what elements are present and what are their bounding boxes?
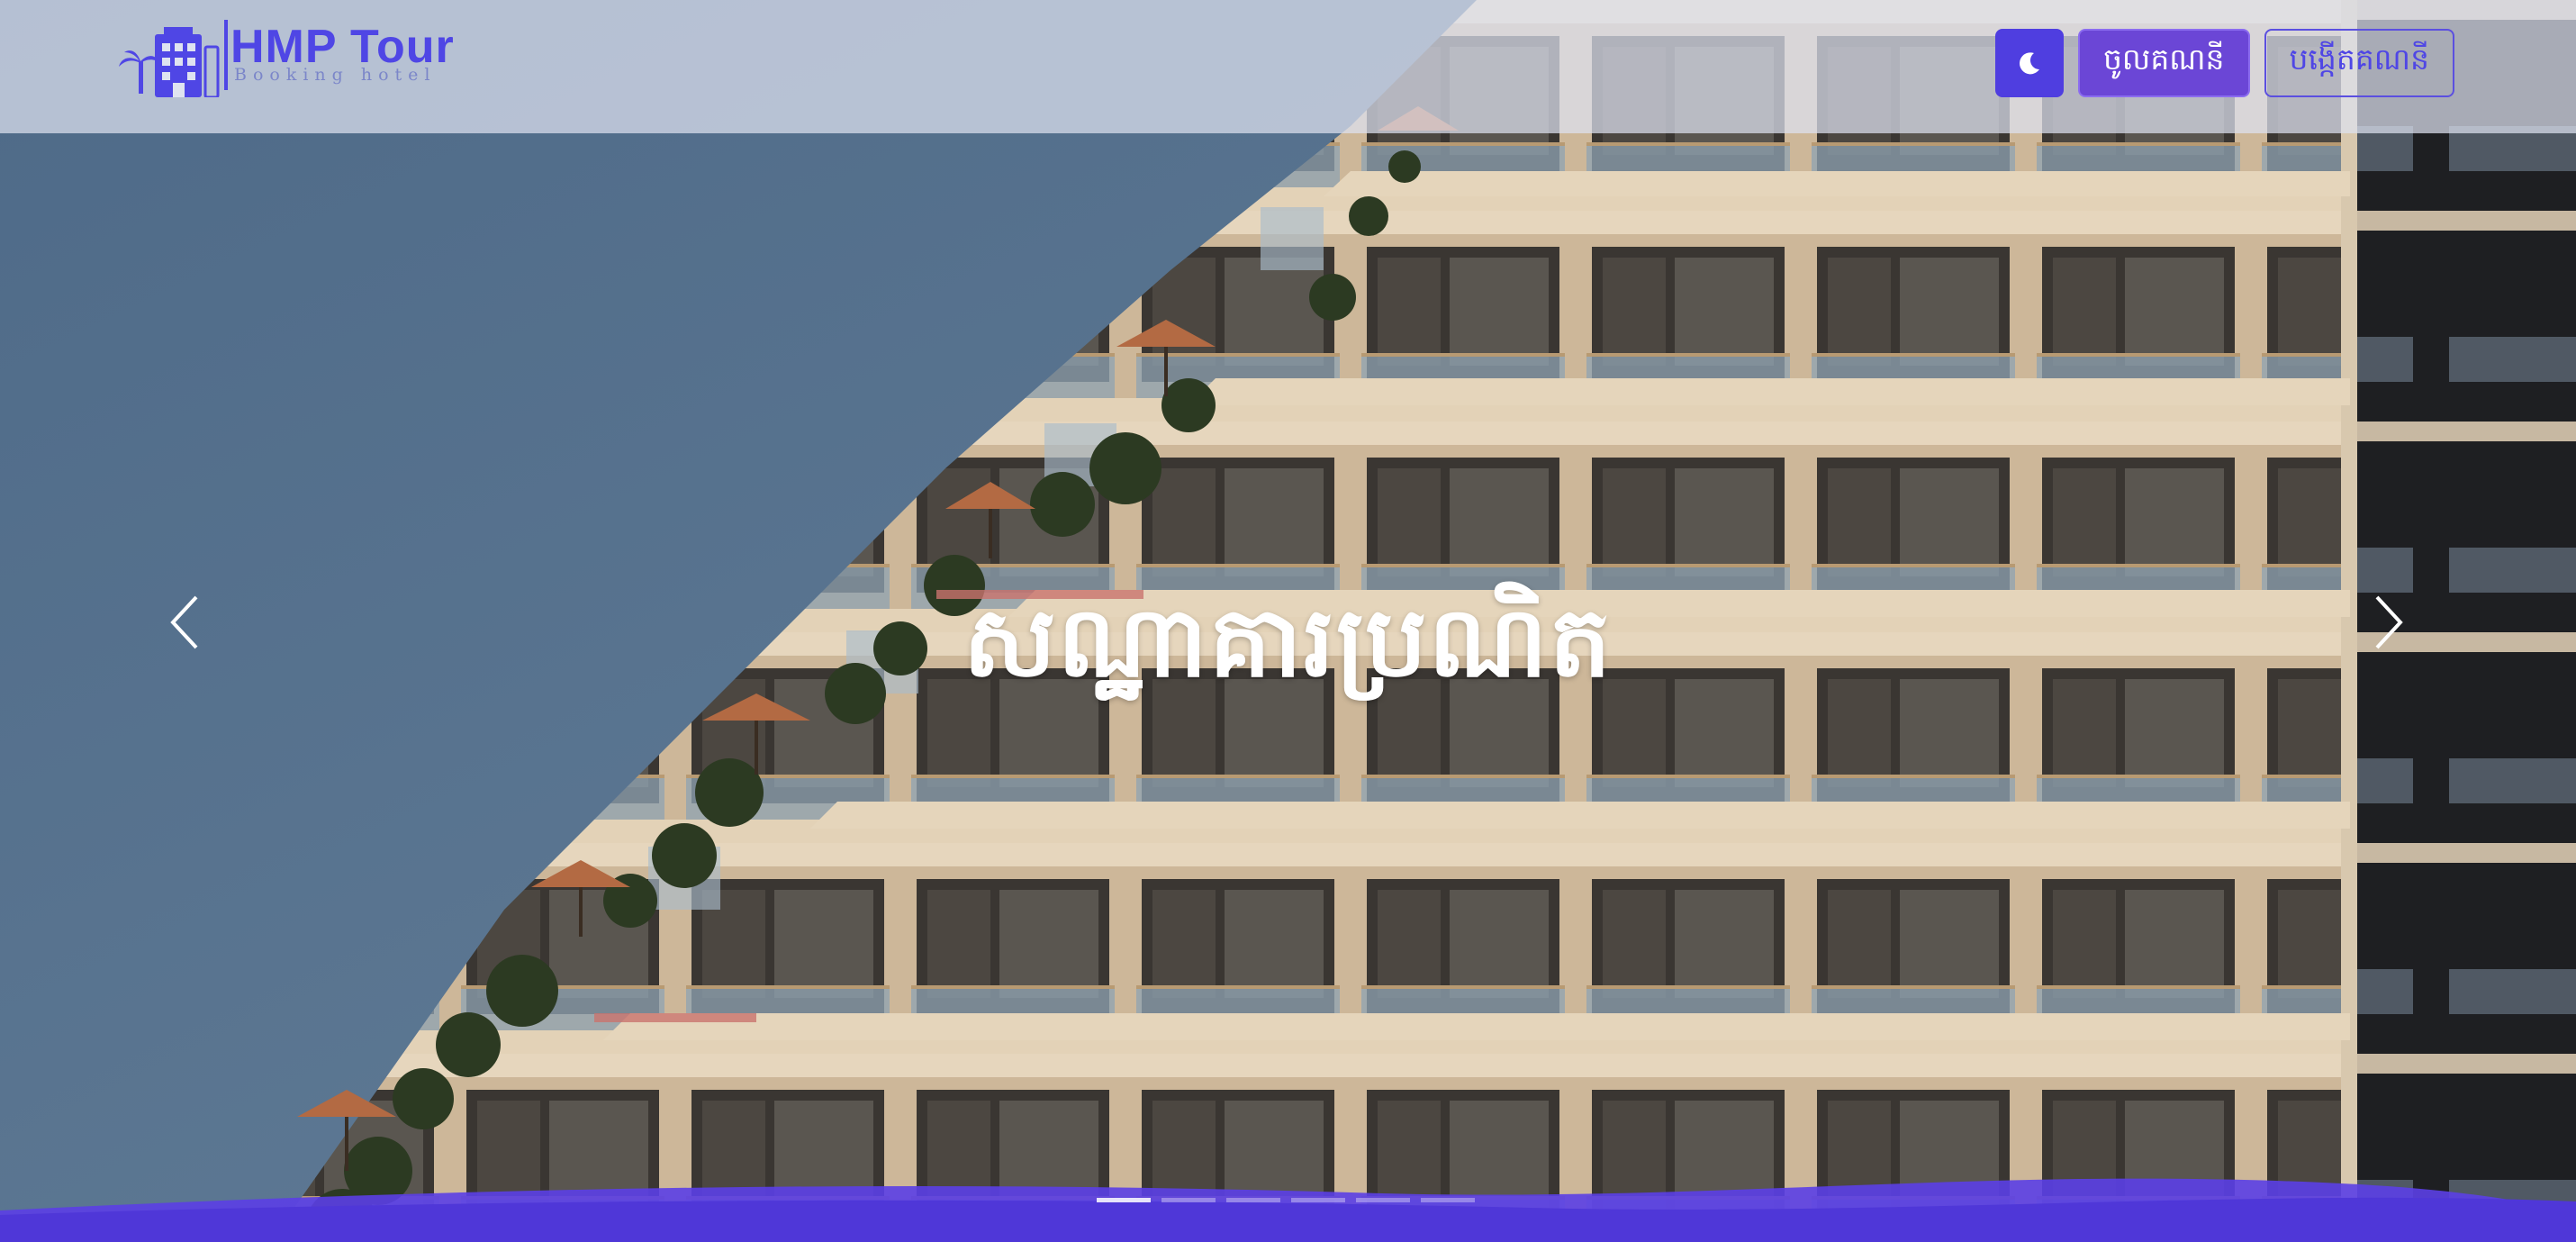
carousel-indicators	[1097, 1198, 1475, 1202]
carousel-indicator-5[interactable]	[1356, 1198, 1410, 1202]
chevron-right-icon	[2375, 595, 2403, 649]
moon-icon	[2019, 52, 2039, 75]
carousel-indicator-4[interactable]	[1291, 1198, 1345, 1202]
carousel-indicator-3[interactable]	[1226, 1198, 1280, 1202]
carousel-prev-button[interactable]	[160, 590, 214, 653]
hotel-building-palm-icon	[119, 27, 220, 97]
carousel-caption: សណ្ឋាគារប្រណិត	[963, 586, 1613, 699]
carousel-indicator-1[interactable]	[1097, 1198, 1151, 1202]
carousel-indicator-6[interactable]	[1421, 1198, 1475, 1202]
brand-subtitle: Booking hotel	[234, 65, 437, 85]
theme-toggle-button[interactable]	[1994, 29, 2064, 97]
carousel-indicator-2[interactable]	[1161, 1198, 1216, 1202]
carousel-next-button[interactable]	[2359, 590, 2413, 653]
brand-divider	[224, 20, 228, 90]
top-navbar: HMP Tour Booking hotel ចូលគណនី បង្កើតគណន…	[0, 0, 2576, 133]
chevron-left-icon	[170, 595, 198, 649]
brand-logo[interactable]: HMP Tour Booking hotel	[119, 20, 454, 101]
register-button[interactable]: បង្កើតគណនី	[2264, 29, 2454, 97]
nav-actions: ចូលគណនី បង្កើតគណនី	[1994, 29, 2454, 97]
login-button[interactable]: ចូលគណនី	[2077, 29, 2250, 97]
